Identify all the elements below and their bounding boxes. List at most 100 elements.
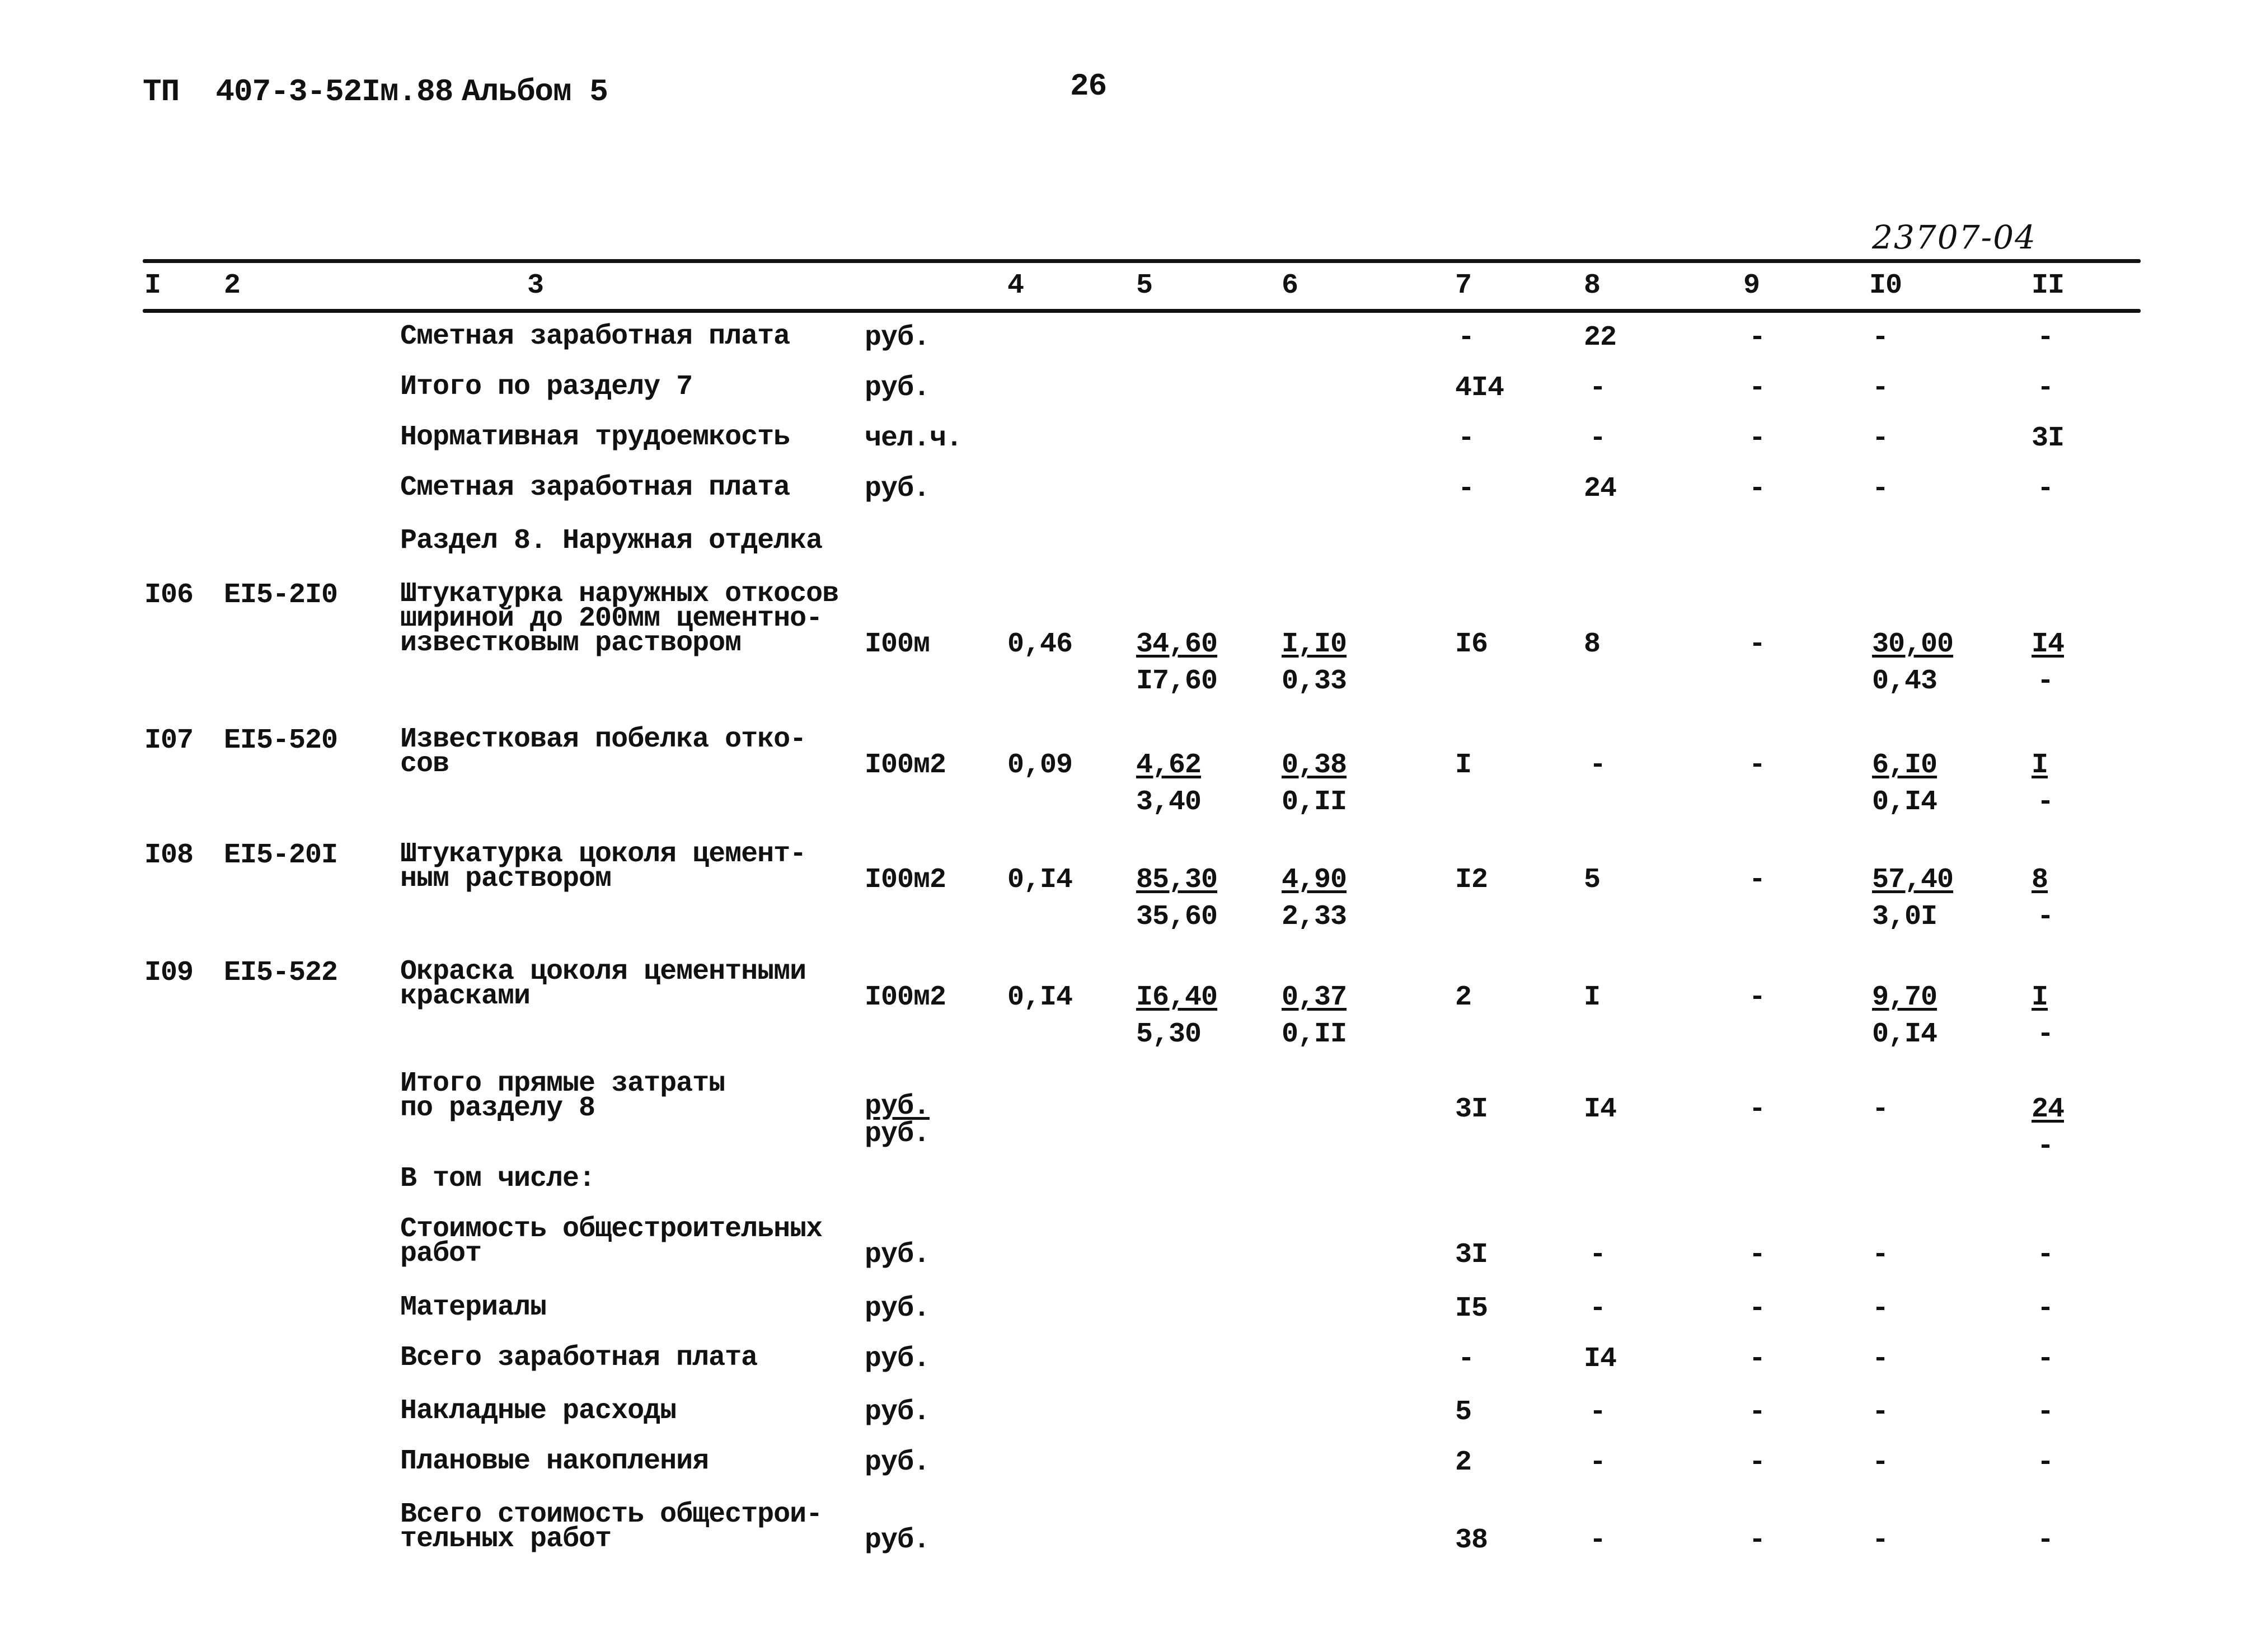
cell-c6: I,I0 (1282, 628, 1347, 660)
item-description: Накладные расходы (400, 1395, 677, 1427)
cell-c11: 8 (2032, 864, 2048, 896)
item-description: Плановые накопления (400, 1446, 709, 1477)
unit: I00м2 (865, 864, 946, 896)
cell-c11: - (2037, 1239, 2054, 1271)
cell-c7: 3I (1455, 1239, 1488, 1271)
cell-c8: - (1589, 749, 1606, 781)
cell-c10: 30,00 (1872, 628, 1954, 660)
cell-c9: - (1749, 1093, 1766, 1125)
column-header: 3 (527, 270, 544, 302)
column-header: 7 (1455, 270, 1472, 302)
cell-c8: 24 (1584, 473, 1617, 505)
cell-c9: - (1749, 864, 1766, 896)
unit: руб. (865, 322, 930, 354)
cell-c11: I (2032, 749, 2048, 781)
cell-c7: I2 (1455, 864, 1488, 896)
cell-c10: - (1872, 473, 1889, 505)
table-header-rule (143, 309, 2141, 313)
cell-c8: - (1589, 423, 1606, 454)
cell-c7: 5 (1455, 1396, 1472, 1428)
item-description: Итого прямые затраты по разделу 8 (400, 1068, 725, 1124)
cell-c10: 57,40 (1872, 864, 1954, 896)
item-number: I07 (144, 725, 194, 757)
unit-secondary: руб. (865, 1118, 930, 1150)
cell-c11: - (2037, 473, 2054, 505)
cell-c5-secondary: 5,30 (1136, 1019, 1202, 1050)
cell-c11-secondary: - (2037, 665, 2054, 697)
cell-c6-secondary: 0,33 (1282, 665, 1347, 697)
cell-c6: 0,37 (1282, 982, 1347, 1013)
cell-c5-secondary: I7,60 (1136, 665, 1218, 697)
item-description: Сметная заработная плата (400, 321, 790, 353)
cell-c9: - (1749, 473, 1766, 505)
page-number: 26 (1070, 68, 1107, 104)
cell-c8: - (1589, 372, 1606, 404)
cell-c8: 22 (1584, 322, 1617, 354)
quantity: 0,09 (1007, 749, 1073, 781)
cell-c8: I4 (1584, 1343, 1617, 1375)
cell-c10: - (1872, 1293, 1889, 1325)
cell-c8: - (1589, 1293, 1606, 1325)
cell-c8: - (1589, 1239, 1606, 1271)
item-description: Стоимость общестроительных работ (400, 1213, 823, 1270)
table-top-rule (143, 259, 2141, 263)
cell-c7: I (1455, 749, 1472, 781)
cell-c10: - (1872, 1343, 1889, 1375)
unit: чел.ч. (865, 423, 963, 454)
item-description: Итого по разделу 7 (400, 371, 693, 403)
cell-c6-secondary: 0,II (1282, 786, 1347, 818)
cell-c5: 85,30 (1136, 864, 1218, 896)
unit: I00м2 (865, 749, 946, 781)
cell-c11: - (2037, 1524, 2054, 1556)
item-description: Известковая побелка отко- сов (400, 724, 806, 780)
cell-c9: - (1749, 1447, 1766, 1479)
item-description: Всего заработная плата (400, 1342, 758, 1374)
cell-c9: - (1749, 1343, 1766, 1375)
cell-c9: - (1749, 1396, 1766, 1428)
cell-c7: - (1458, 423, 1475, 454)
column-header: 2 (224, 270, 241, 302)
cell-c6: 4,90 (1282, 864, 1347, 896)
cell-c5: 4,62 (1136, 749, 1202, 781)
column-header: 5 (1136, 270, 1153, 302)
item-description: Материалы (400, 1292, 547, 1324)
cell-c11-secondary: - (2037, 901, 2054, 933)
cell-c7: I5 (1455, 1293, 1488, 1325)
album-label: Альбом 5 (462, 74, 608, 110)
document-code: ТП 407-3-52Iм.88 (143, 74, 453, 110)
cell-c11: - (2037, 1396, 2054, 1428)
cell-c11: - (2037, 1447, 2054, 1479)
column-header: 4 (1007, 270, 1024, 302)
unit: руб. (865, 473, 930, 505)
cell-c10-secondary: 0,43 (1872, 665, 1938, 697)
cell-c11: I4 (2032, 628, 2065, 660)
cell-c7: 2 (1455, 982, 1472, 1013)
cell-c8: - (1589, 1396, 1606, 1428)
rate-code: EI5-520 (224, 725, 338, 757)
unit: I00м (865, 628, 930, 660)
cell-c11-secondary: - (2037, 786, 2054, 818)
column-header: I (144, 270, 161, 302)
cell-c8: I4 (1584, 1093, 1617, 1125)
cell-c11: 24 (2032, 1093, 2065, 1125)
cell-c11: - (2037, 322, 2054, 354)
cell-c10: - (1872, 1396, 1889, 1428)
cell-c8: 5 (1584, 864, 1601, 896)
rate-code: EI5-20I (224, 839, 338, 871)
unit: I00м2 (865, 982, 946, 1013)
cell-c9: - (1749, 1524, 1766, 1556)
cell-c7: - (1458, 1343, 1475, 1375)
cell-c11-secondary: - (2037, 1019, 2054, 1050)
rate-code: EI5-522 (224, 957, 338, 989)
cell-c7: - (1458, 473, 1475, 505)
unit: руб. (865, 1091, 930, 1123)
cell-c5: 34,60 (1136, 628, 1218, 660)
item-description: Раздел 8. Наружная отделка (400, 525, 823, 557)
cell-c11: 3I (2032, 423, 2065, 454)
cell-c10: - (1872, 322, 1889, 354)
unit: руб. (865, 1293, 930, 1325)
cell-c6: 0,38 (1282, 749, 1347, 781)
cell-c10: - (1872, 1093, 1889, 1125)
cell-c10-secondary: 0,I4 (1872, 786, 1938, 818)
cell-c7: - (1458, 322, 1475, 354)
